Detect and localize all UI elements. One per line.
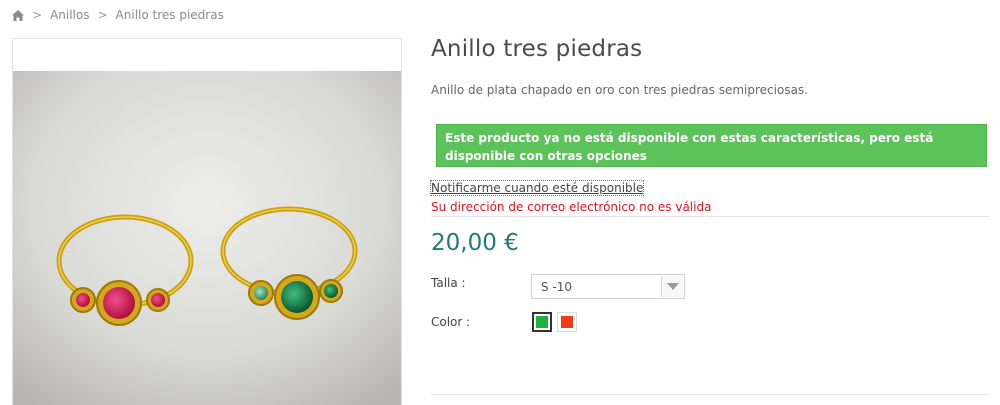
- product-description: Anillo de plata chapado en oro con tres …: [431, 83, 808, 97]
- color-swatch-green-fill: [536, 316, 548, 328]
- divider: [431, 394, 990, 395]
- size-select[interactable]: S -10: [531, 274, 685, 299]
- availability-alert: Este producto ya no está disponible con …: [436, 124, 987, 167]
- notify-when-available-link[interactable]: Notificarme cuando esté disponible: [429, 180, 645, 196]
- product-title: Anillo tres piedras: [431, 36, 643, 62]
- color-swatch-red[interactable]: [557, 312, 577, 332]
- breadcrumb: > Anillos > Anillo tres piedras: [12, 8, 224, 22]
- dropdown-arrow-button[interactable]: [661, 276, 683, 297]
- size-select-value: S -10: [541, 279, 573, 294]
- breadcrumb-separator: >: [32, 8, 43, 22]
- color-swatch-red-fill: [561, 316, 573, 328]
- color-swatch-green[interactable]: [532, 312, 552, 332]
- breadcrumb-link-current[interactable]: Anillo tres piedras: [116, 8, 224, 22]
- color-label: Color :: [431, 315, 471, 329]
- product-price: 20,00 €: [431, 230, 519, 256]
- chevron-down-icon: [666, 283, 679, 290]
- product-image[interactable]: [13, 71, 401, 405]
- email-error-message: Su dirección de correo electrónico no es…: [431, 200, 712, 214]
- breadcrumb-link-anillos[interactable]: Anillos: [50, 8, 89, 22]
- home-icon[interactable]: [12, 9, 24, 21]
- divider: [431, 216, 990, 217]
- breadcrumb-separator: >: [97, 8, 108, 22]
- size-label: Talla :: [431, 276, 466, 290]
- product-image-frame: [12, 38, 402, 405]
